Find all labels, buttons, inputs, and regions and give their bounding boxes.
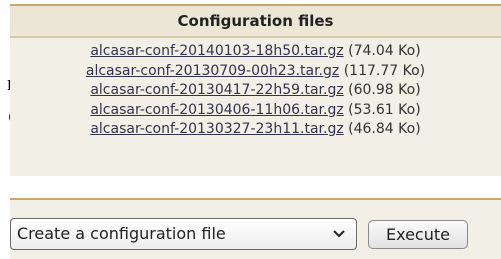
action-bar: Create a configuration file Execute <box>10 198 501 259</box>
file-size: (46.84 Ko) <box>348 121 421 137</box>
page: n e Configuration files alcasar-conf-201… <box>0 0 501 259</box>
file-size: (53.61 Ko) <box>348 101 421 118</box>
file-link[interactable]: alcasar-conf-20130327-23h11.tar.gz <box>90 121 343 137</box>
file-row: alcasar-conf-20130406-11h06.tar.gz (53.6… <box>10 101 501 121</box>
file-link[interactable]: alcasar-conf-20130406-11h06.tar.gz <box>90 102 343 118</box>
file-link[interactable]: alcasar-conf-20130709-00h23.tar.gz <box>86 63 339 79</box>
execute-button[interactable]: Execute <box>368 220 468 249</box>
configuration-files-panel: Configuration files alcasar-conf-2014010… <box>10 4 501 176</box>
action-select[interactable]: Create a configuration file <box>10 218 357 250</box>
file-size: (60.98 Ko) <box>348 82 421 98</box>
file-link[interactable]: alcasar-conf-20140103-18h50.tar.gz <box>90 43 343 59</box>
file-row: alcasar-conf-20130417-22h59.tar.gz (60.9… <box>10 81 501 101</box>
file-row: alcasar-conf-20130709-00h23.tar.gz (117.… <box>10 62 501 82</box>
file-list: alcasar-conf-20140103-18h50.tar.gz (74.0… <box>10 38 501 140</box>
file-row: alcasar-conf-20130327-23h11.tar.gz (46.8… <box>10 120 501 140</box>
file-link[interactable]: alcasar-conf-20130417-22h59.tar.gz <box>90 82 343 98</box>
panel-title: Configuration files <box>10 6 501 38</box>
chevron-down-icon <box>333 230 345 238</box>
file-size: (117.77 Ko) <box>343 62 426 79</box>
file-row: alcasar-conf-20140103-18h50.tar.gz (74.0… <box>10 42 501 62</box>
action-select-value: Create a configuration file <box>17 224 226 243</box>
file-size: (74.04 Ko) <box>348 43 421 59</box>
